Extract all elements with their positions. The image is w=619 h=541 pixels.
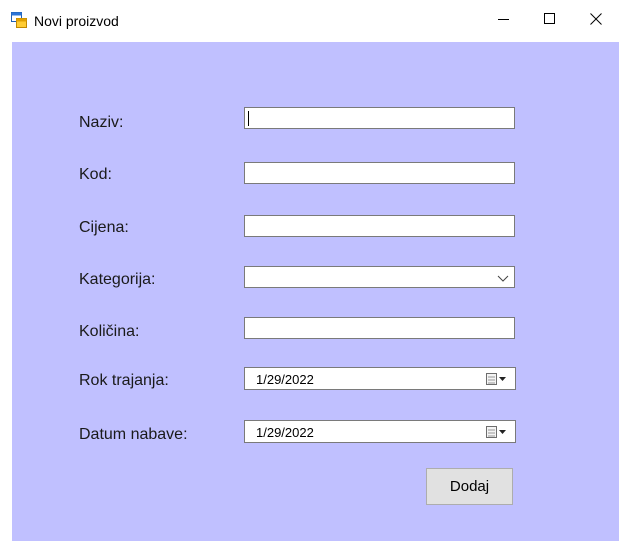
naziv-field[interactable]	[244, 107, 515, 129]
kategorija-combobox[interactable]	[244, 266, 515, 288]
label-rok-trajanja: Rok trajanja:	[79, 372, 169, 389]
kod-field[interactable]	[244, 162, 515, 184]
label-cijena: Cijena:	[79, 219, 129, 236]
rok-trajanja-value: 1/29/2022	[256, 372, 314, 387]
datum-nabave-value: 1/29/2022	[256, 425, 314, 440]
calendar-icon[interactable]	[485, 372, 509, 386]
label-naziv: Naziv:	[79, 114, 124, 131]
close-button[interactable]	[573, 0, 619, 42]
text-caret	[248, 111, 249, 126]
kolicina-field[interactable]	[244, 317, 515, 339]
minimize-icon	[498, 12, 510, 30]
form-icon	[11, 12, 27, 28]
window-title: Novi proizvod	[34, 13, 119, 29]
dodaj-button[interactable]: Dodaj	[426, 468, 513, 505]
form-area: Naziv: Kod: Cijena: Kategorija: Količina…	[12, 42, 619, 541]
maximize-button[interactable]	[527, 0, 573, 42]
label-datum-nabave: Datum nabave:	[79, 426, 188, 443]
title-bar: Novi proizvod	[0, 0, 619, 42]
app-window: Novi proizvod Naziv: Kod: Cijena: Katego…	[0, 0, 619, 541]
calendar-icon[interactable]	[485, 425, 509, 439]
label-kod: Kod:	[79, 166, 112, 183]
datum-nabave-datepicker[interactable]: 1/29/2022	[244, 420, 516, 443]
label-kolicina: Količina:	[79, 323, 140, 340]
rok-trajanja-datepicker[interactable]: 1/29/2022	[244, 367, 516, 390]
label-kategorija: Kategorija:	[79, 271, 156, 288]
maximize-icon	[544, 12, 556, 30]
close-icon	[590, 12, 602, 30]
minimize-button[interactable]	[481, 0, 527, 42]
chevron-down-icon[interactable]	[497, 271, 509, 283]
cijena-field[interactable]	[244, 215, 515, 237]
